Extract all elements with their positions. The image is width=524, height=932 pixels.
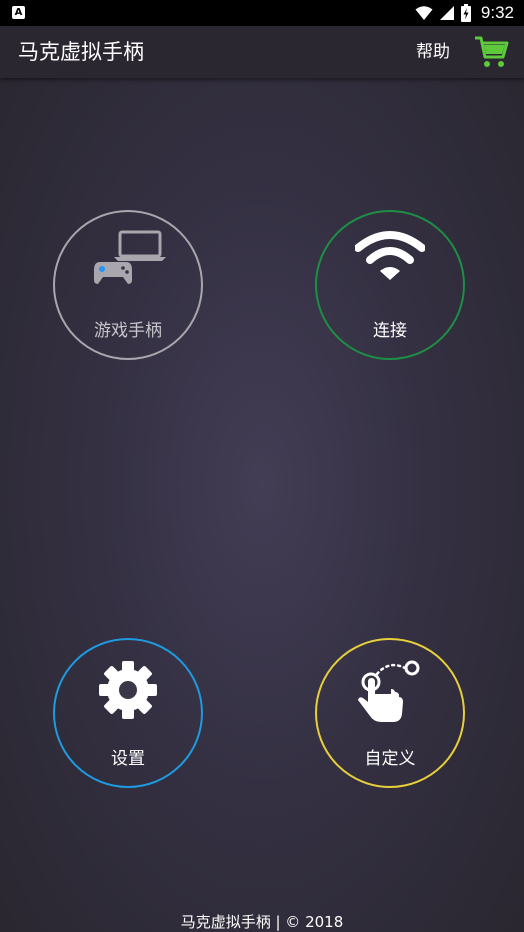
shopping-cart-icon[interactable]: [474, 35, 510, 69]
touch-gesture-icon: [358, 660, 420, 722]
connect-label: 连接: [373, 321, 407, 341]
gamepad-mode-label: 游戏手柄: [94, 321, 162, 341]
gear-icon: [99, 661, 157, 719]
cell-signal-icon: [439, 6, 454, 20]
notification-app-icon: A: [12, 6, 25, 19]
battery-charging-icon: [460, 4, 471, 22]
gamepad-laptop-icon: [94, 230, 166, 284]
status-icons: 9:32: [415, 0, 514, 26]
app-title: 马克虚拟手柄: [18, 40, 144, 64]
app-bar: 马克虚拟手柄 帮助: [0, 26, 524, 78]
customize-button[interactable]: 自定义: [315, 638, 465, 788]
help-button[interactable]: 帮助: [416, 26, 450, 78]
gamepad-mode-button[interactable]: 游戏手柄: [53, 210, 203, 360]
settings-button[interactable]: 设置: [53, 638, 203, 788]
status-bar: A 9:32: [0, 0, 524, 26]
wifi-icon: [355, 231, 425, 280]
wifi-signal-icon: [415, 6, 433, 20]
footer-copyright: 马克虚拟手柄 | © 2018: [180, 913, 344, 931]
customize-label: 自定义: [364, 749, 416, 769]
status-time: 9:32: [480, 3, 514, 22]
connect-button[interactable]: 连接: [315, 210, 465, 360]
settings-label: 设置: [111, 749, 145, 769]
